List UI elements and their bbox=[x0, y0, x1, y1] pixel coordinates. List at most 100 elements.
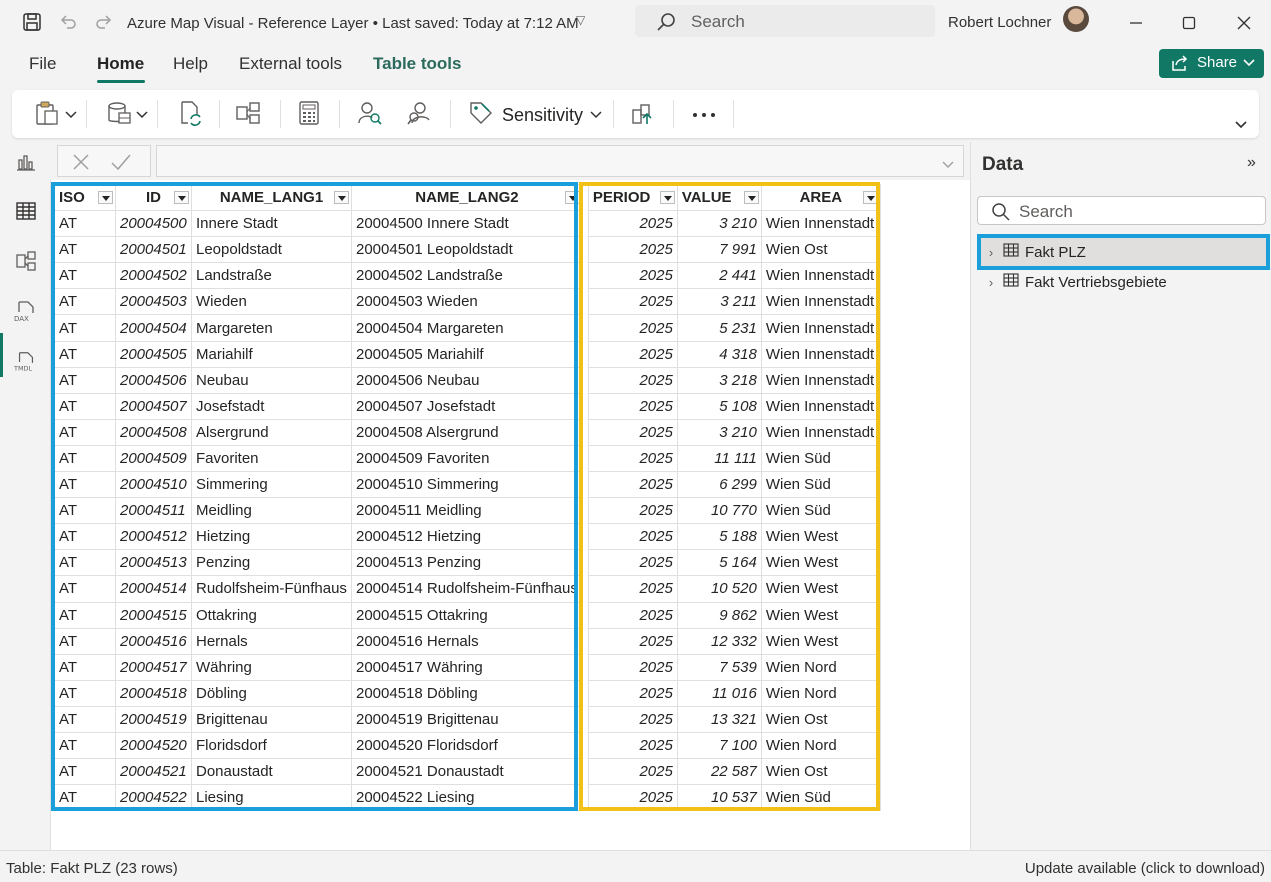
cell-name-lang2[interactable]: 20004502 Landstraße bbox=[351, 262, 583, 290]
filter-dropdown-icon[interactable] bbox=[659, 191, 675, 204]
tab-external-tools[interactable]: External tools bbox=[239, 54, 342, 74]
publish-button[interactable] bbox=[630, 100, 656, 130]
filter-dropdown-icon[interactable] bbox=[334, 191, 349, 204]
cell-iso[interactable]: AT bbox=[54, 575, 116, 603]
cell-value[interactable]: 10 770 bbox=[676, 497, 762, 525]
cell-area[interactable]: Wien Innenstadt bbox=[760, 288, 881, 316]
cell-value[interactable]: 2 441 bbox=[676, 262, 762, 290]
save-icon[interactable] bbox=[21, 11, 43, 33]
cell-period[interactable]: 2025 bbox=[587, 601, 678, 629]
cell-period[interactable]: 2025 bbox=[587, 758, 678, 786]
cell-period[interactable]: 2025 bbox=[587, 705, 678, 733]
cell-iso[interactable]: AT bbox=[54, 497, 116, 525]
cell-iso[interactable]: AT bbox=[54, 784, 116, 812]
cell-iso[interactable]: AT bbox=[54, 340, 116, 368]
cell-name-lang2[interactable]: 20004515 Ottakring bbox=[351, 601, 583, 629]
cell-name-lang1[interactable]: Rudolfsheim-Fünfhaus bbox=[191, 575, 352, 603]
paste-button[interactable] bbox=[34, 100, 78, 130]
cell-area[interactable]: Wien Innenstadt bbox=[760, 418, 881, 446]
cell-value[interactable]: 13 321 bbox=[676, 705, 762, 733]
cell-name-lang2[interactable]: 20004508 Alsergrund bbox=[351, 418, 583, 446]
cell-iso[interactable]: AT bbox=[54, 236, 116, 264]
cell-value[interactable]: 22 587 bbox=[676, 758, 762, 786]
cell-iso[interactable]: AT bbox=[54, 418, 116, 446]
refresh-button[interactable] bbox=[177, 100, 203, 130]
more-options-button[interactable] bbox=[692, 100, 718, 130]
cell-period[interactable]: 2025 bbox=[587, 497, 678, 525]
cell-value[interactable]: 3 218 bbox=[676, 366, 762, 394]
cell-id[interactable]: 20004500 bbox=[115, 210, 192, 238]
cell-id[interactable]: 20004511 bbox=[115, 497, 192, 525]
cell-period[interactable]: 2025 bbox=[587, 627, 678, 655]
user-name[interactable]: Robert Lochner bbox=[948, 14, 1051, 31]
filter-dropdown-icon[interactable] bbox=[862, 191, 878, 204]
model-view-icon[interactable] bbox=[14, 249, 38, 273]
dax-query-view-icon[interactable]: DAX bbox=[14, 300, 38, 324]
cell-id[interactable]: 20004508 bbox=[115, 418, 192, 446]
cell-value[interactable]: 7 100 bbox=[676, 731, 762, 760]
tab-file[interactable]: File bbox=[29, 54, 56, 74]
manage-roles-button[interactable] bbox=[357, 100, 383, 130]
cell-value[interactable]: 11 016 bbox=[676, 679, 762, 707]
cell-name-lang2[interactable]: 20004500 Innere Stadt bbox=[351, 210, 583, 238]
cell-id[interactable]: 20004510 bbox=[115, 471, 192, 499]
cell-name-lang1[interactable]: Penzing bbox=[191, 549, 352, 577]
cell-area[interactable]: Wien Ost bbox=[760, 758, 881, 786]
cell-id[interactable]: 20004518 bbox=[115, 679, 192, 707]
cell-name-lang2[interactable]: 20004516 Hernals bbox=[351, 627, 583, 655]
cell-id[interactable]: 20004513 bbox=[115, 549, 192, 577]
cell-name-lang2[interactable]: 20004513 Penzing bbox=[351, 549, 583, 577]
cell-name-lang1[interactable]: Neubau bbox=[191, 366, 352, 394]
cell-value[interactable]: 4 318 bbox=[676, 340, 762, 368]
cell-name-lang1[interactable]: Währing bbox=[191, 653, 352, 681]
cell-id[interactable]: 20004514 bbox=[115, 575, 192, 603]
report-view-icon[interactable] bbox=[14, 150, 38, 174]
cell-period[interactable]: 2025 bbox=[587, 236, 678, 264]
cell-name-lang1[interactable]: Donaustadt bbox=[191, 758, 352, 786]
cell-period[interactable]: 2025 bbox=[587, 262, 678, 290]
column-header-name-lang2[interactable]: NAME_LANG2 bbox=[351, 183, 583, 212]
tmdl-view-icon[interactable]: TMDL bbox=[14, 350, 38, 374]
cell-name-lang1[interactable]: Mariahilf bbox=[191, 340, 352, 368]
cell-period[interactable]: 2025 bbox=[587, 784, 678, 812]
cell-value[interactable]: 10 537 bbox=[676, 784, 762, 812]
cell-iso[interactable]: AT bbox=[54, 392, 116, 420]
filter-dropdown-icon[interactable] bbox=[564, 191, 580, 204]
cell-id[interactable]: 20004505 bbox=[115, 340, 192, 368]
cell-area[interactable]: Wien Innenstadt bbox=[760, 366, 881, 394]
update-available-link[interactable]: Update available (click to download) bbox=[1025, 860, 1265, 877]
cell-area[interactable]: Wien Innenstadt bbox=[760, 210, 881, 238]
cell-value[interactable]: 9 862 bbox=[676, 601, 762, 629]
cell-name-lang2[interactable]: 20004503 Wieden bbox=[351, 288, 583, 316]
cell-name-lang1[interactable]: Josefstadt bbox=[191, 392, 352, 420]
cell-period[interactable]: 2025 bbox=[587, 444, 678, 473]
ribbon-collapse-button[interactable] bbox=[1234, 110, 1248, 140]
close-icon[interactable] bbox=[1229, 8, 1259, 38]
cell-name-lang1[interactable]: Innere Stadt bbox=[191, 210, 352, 238]
new-measure-button[interactable] bbox=[297, 100, 321, 130]
cell-value[interactable]: 5 164 bbox=[676, 549, 762, 577]
cell-value[interactable]: 7 539 bbox=[676, 653, 762, 681]
cell-period[interactable]: 2025 bbox=[587, 575, 678, 603]
cell-area[interactable]: Wien Süd bbox=[760, 497, 881, 525]
cell-iso[interactable]: AT bbox=[54, 366, 116, 394]
cell-id[interactable]: 20004507 bbox=[115, 392, 192, 420]
cell-iso[interactable]: AT bbox=[54, 444, 116, 473]
get-data-button[interactable] bbox=[106, 100, 149, 130]
cell-value[interactable]: 3 211 bbox=[676, 288, 762, 316]
cell-area[interactable]: Wien Süd bbox=[760, 784, 881, 812]
cell-name-lang2[interactable]: 20004511 Meidling bbox=[351, 497, 583, 525]
cell-value[interactable]: 10 520 bbox=[676, 575, 762, 603]
cell-id[interactable]: 20004504 bbox=[115, 314, 192, 342]
expand-pane-icon[interactable]: » bbox=[1247, 154, 1256, 172]
cell-id[interactable]: 20004516 bbox=[115, 627, 192, 655]
cell-id[interactable]: 20004522 bbox=[115, 784, 192, 812]
cell-id[interactable]: 20004520 bbox=[115, 731, 192, 760]
cell-period[interactable]: 2025 bbox=[587, 679, 678, 707]
cell-name-lang1[interactable]: Hietzing bbox=[191, 523, 352, 551]
cell-iso[interactable]: AT bbox=[54, 758, 116, 786]
cell-name-lang2[interactable]: 20004517 Währing bbox=[351, 653, 583, 681]
cell-id[interactable]: 20004519 bbox=[115, 705, 192, 733]
cell-value[interactable]: 5 231 bbox=[676, 314, 762, 342]
cell-period[interactable]: 2025 bbox=[587, 523, 678, 551]
